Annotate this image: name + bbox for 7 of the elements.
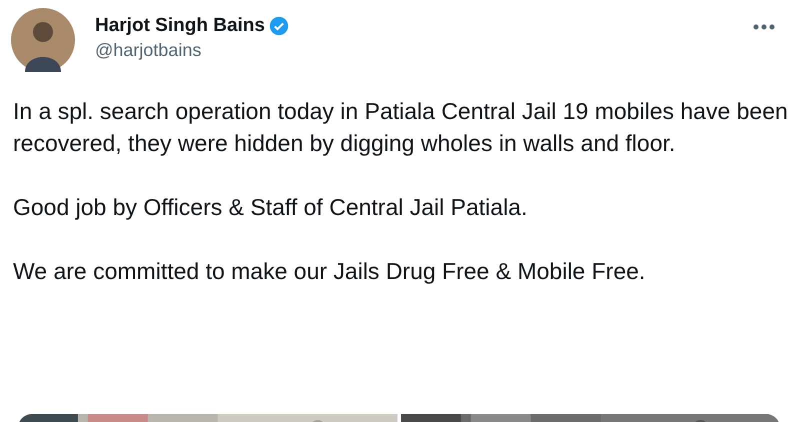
author-name[interactable]: Harjot Singh Bains — [95, 14, 265, 38]
tweet-text: In a spl. search operation today in Patiala Central Jail 19 mobiles have been recovered, they were hidden by digging wholes in walls and floor. — [13, 97, 788, 158]
author-handle[interactable]: @harjotbains — [95, 38, 289, 62]
more-options-icon[interactable] — [753, 24, 775, 30]
avatar[interactable] — [11, 8, 75, 72]
tweet-text: Good job by Officers & Staff of Central Jail Patiala. — [13, 193, 528, 222]
tweet-text: We are committed to make our Jails Drug Free & Mobile Free. — [13, 257, 646, 286]
